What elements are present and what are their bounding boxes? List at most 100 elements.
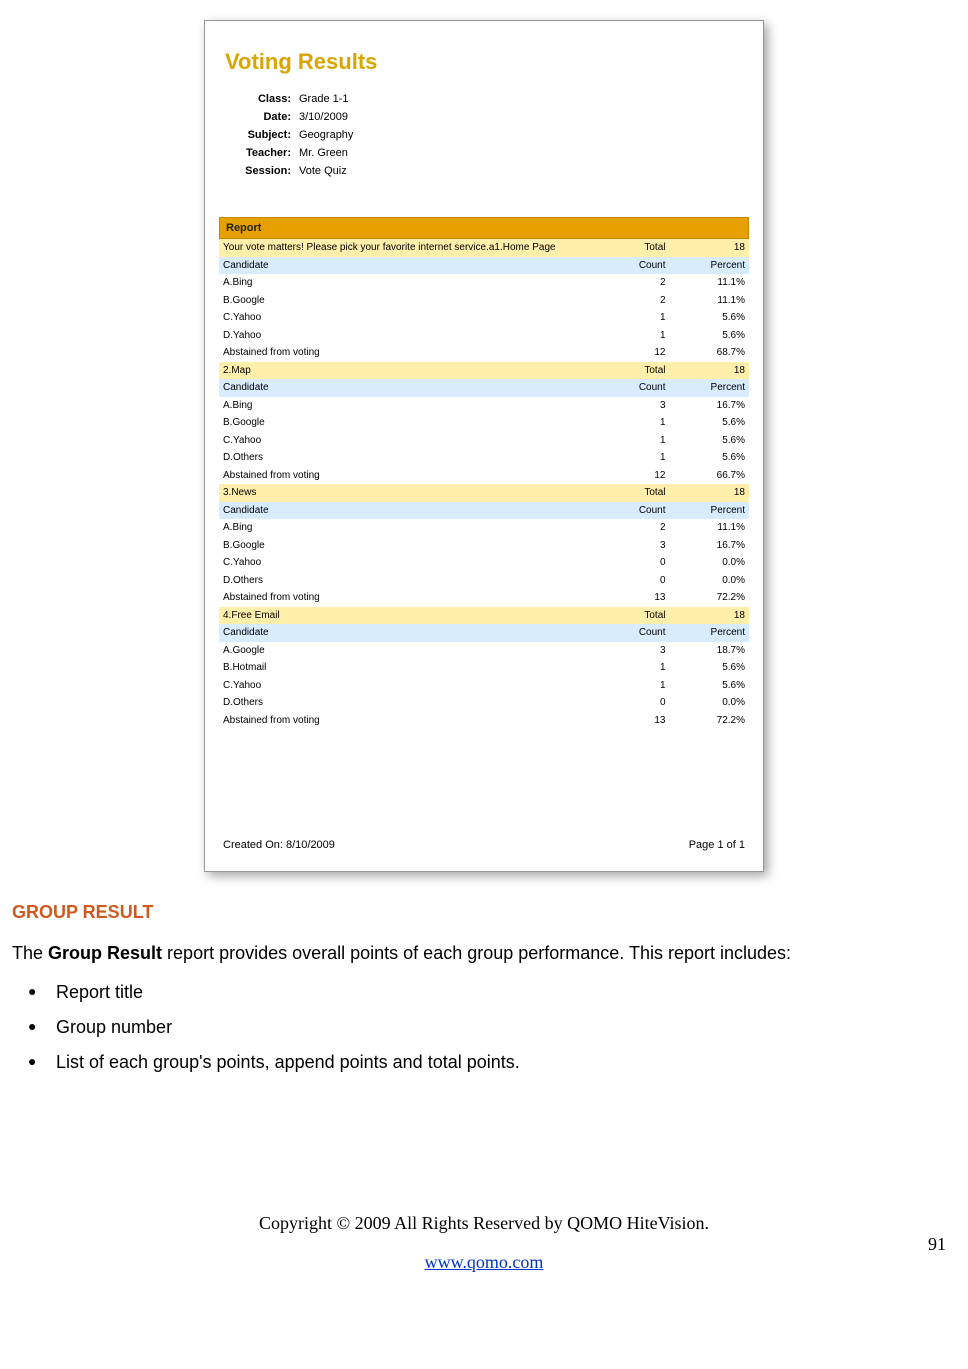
count-cell: 0: [590, 554, 670, 572]
candidate-cell: A.Google: [219, 642, 590, 660]
meta-date-label: Date:: [233, 111, 299, 123]
candidate-cell: C.Yahoo: [219, 432, 590, 450]
candidate-header: Candidate: [219, 379, 590, 397]
meta-session-value: Vote Quiz: [299, 165, 739, 177]
percent-cell: 0.0%: [670, 554, 750, 572]
candidate-cell: A.Bing: [219, 274, 590, 292]
candidate-cell: D.Others: [219, 572, 590, 590]
percent-cell: 0.0%: [670, 694, 750, 712]
candidate-header: Candidate: [219, 502, 590, 520]
percent-header: Percent: [670, 502, 750, 520]
meta-subject-label: Subject:: [233, 129, 299, 141]
question-row: Your vote matters! Please pick your favo…: [219, 239, 590, 257]
count-cell: 1: [590, 327, 670, 345]
percent-cell: 11.1%: [670, 519, 750, 537]
count-cell: 1: [590, 414, 670, 432]
percent-cell: 5.6%: [670, 659, 750, 677]
count-cell: 1: [590, 659, 670, 677]
meta-date-value: 3/10/2009: [299, 111, 739, 123]
percent-cell: 5.6%: [670, 309, 750, 327]
candidate-cell: C.Yahoo: [219, 554, 590, 572]
total-value: 18: [670, 239, 750, 257]
count-cell: 1: [590, 677, 670, 695]
percent-cell: 0.0%: [670, 572, 750, 590]
candidate-cell: C.Yahoo: [219, 677, 590, 695]
candidate-header: Candidate: [219, 257, 590, 275]
report-table: Your vote matters! Please pick your favo…: [219, 239, 749, 729]
percent-cell: 68.7%: [670, 344, 750, 362]
meta-teacher-value: Mr. Green: [299, 147, 739, 159]
count-cell: 1: [590, 309, 670, 327]
total-value: 18: [670, 607, 750, 625]
count-cell: 1: [590, 432, 670, 450]
question-row: 4.Free Email: [219, 607, 590, 625]
page-number: 91: [928, 1234, 946, 1255]
meta-class-value: Grade 1-1: [299, 93, 739, 105]
candidate-cell: A.Bing: [219, 397, 590, 415]
count-header: Count: [590, 502, 670, 520]
report-bar: Report: [219, 217, 749, 239]
footer-url[interactable]: www.qomo.com: [425, 1252, 544, 1273]
candidate-cell: D.Yahoo: [219, 327, 590, 345]
candidate-cell: D.Others: [219, 694, 590, 712]
percent-header: Percent: [670, 379, 750, 397]
intro-pre: The: [12, 943, 48, 963]
candidate-cell: B.Google: [219, 537, 590, 555]
intro-paragraph: The Group Result report provides overall…: [12, 943, 956, 964]
candidate-cell: C.Yahoo: [219, 309, 590, 327]
intro-post: report provides overall points of each g…: [162, 943, 791, 963]
candidate-cell: B.Google: [219, 292, 590, 310]
count-cell: 3: [590, 537, 670, 555]
total-label: Total: [590, 362, 670, 380]
candidate-cell: Abstained from voting: [219, 344, 590, 362]
meta-subject-value: Geography: [299, 129, 739, 141]
count-cell: 0: [590, 694, 670, 712]
meta-session-label: Session:: [233, 165, 299, 177]
percent-cell: 18.7%: [670, 642, 750, 660]
candidate-cell: Abstained from voting: [219, 589, 590, 607]
percent-header: Percent: [670, 257, 750, 275]
total-value: 18: [670, 484, 750, 502]
percent-cell: 72.2%: [670, 712, 750, 730]
meta-block: Class:Grade 1-1 Date:3/10/2009 Subject:G…: [219, 81, 749, 195]
count-cell: 1: [590, 449, 670, 467]
candidate-cell: Abstained from voting: [219, 467, 590, 485]
percent-cell: 5.6%: [670, 414, 750, 432]
count-header: Count: [590, 379, 670, 397]
count-cell: 2: [590, 292, 670, 310]
count-cell: 2: [590, 519, 670, 537]
count-cell: 0: [590, 572, 670, 590]
voting-results-title: Voting Results: [219, 31, 749, 81]
count-header: Count: [590, 624, 670, 642]
report-footer-right: Page 1 of 1: [689, 839, 745, 851]
total-label: Total: [590, 484, 670, 502]
percent-cell: 11.1%: [670, 292, 750, 310]
meta-class-label: Class:: [233, 93, 299, 105]
candidate-cell: Abstained from voting: [219, 712, 590, 730]
percent-cell: 5.6%: [670, 327, 750, 345]
question-row: 3.News: [219, 484, 590, 502]
percent-cell: 66.7%: [670, 467, 750, 485]
list-item: Group number: [56, 1017, 956, 1038]
percent-cell: 72.2%: [670, 589, 750, 607]
count-cell: 3: [590, 642, 670, 660]
candidate-cell: A.Bing: [219, 519, 590, 537]
count-cell: 3: [590, 397, 670, 415]
total-label: Total: [590, 607, 670, 625]
percent-cell: 5.6%: [670, 432, 750, 450]
count-cell: 12: [590, 467, 670, 485]
count-cell: 2: [590, 274, 670, 292]
percent-cell: 5.6%: [670, 449, 750, 467]
candidate-cell: D.Others: [219, 449, 590, 467]
count-cell: 13: [590, 589, 670, 607]
candidate-header: Candidate: [219, 624, 590, 642]
report-footer-left: Created On: 8/10/2009: [223, 839, 335, 851]
count-cell: 12: [590, 344, 670, 362]
section-heading: GROUP RESULT: [12, 902, 956, 923]
percent-header: Percent: [670, 624, 750, 642]
candidate-cell: B.Hotmail: [219, 659, 590, 677]
total-label: Total: [590, 239, 670, 257]
percent-cell: 5.6%: [670, 677, 750, 695]
percent-cell: 16.7%: [670, 397, 750, 415]
percent-cell: 16.7%: [670, 537, 750, 555]
